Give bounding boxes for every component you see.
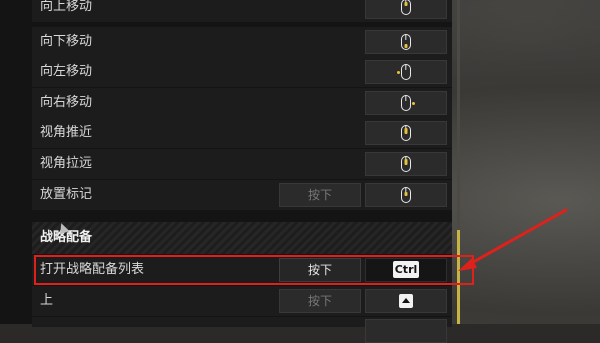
annotation-arrow-icon <box>458 208 568 271</box>
